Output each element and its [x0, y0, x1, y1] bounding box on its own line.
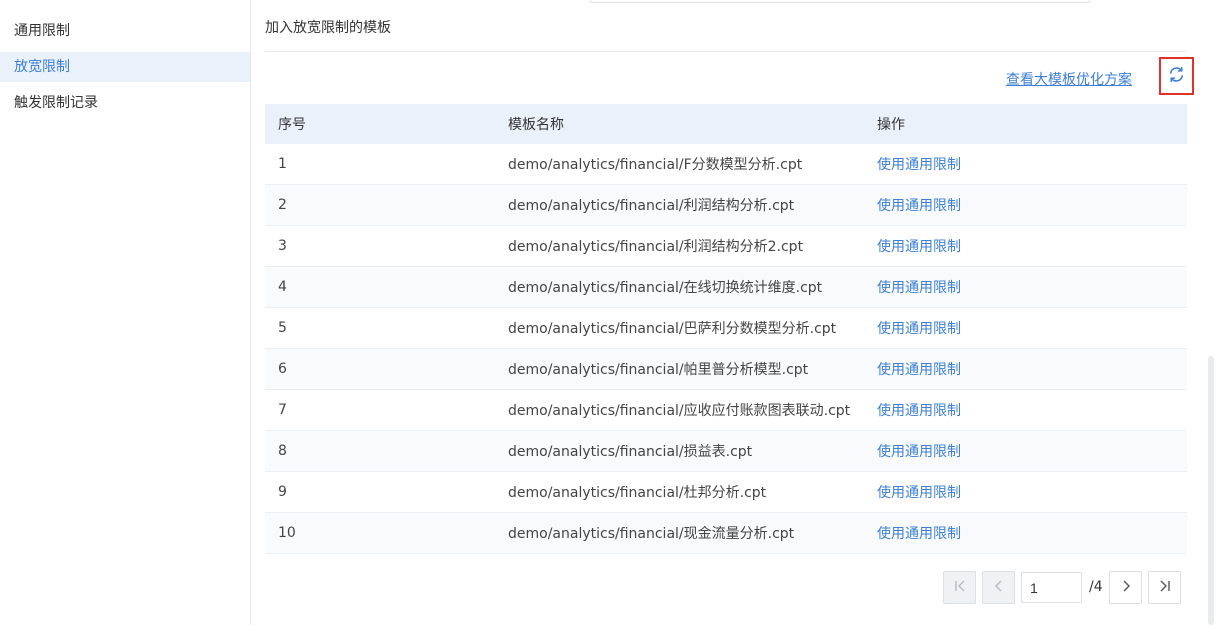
- chevron-right-icon: [1118, 578, 1134, 598]
- table-row: 2 demo/analytics/financial/利润结构分析.cpt 使用通用…: [265, 185, 1187, 226]
- section-title: 加入放宽限制的模板: [265, 20, 391, 36]
- table-row: 10 demo/analytics/financial/现金流量分析.cpt 使用通…: [265, 513, 1187, 554]
- use-general-limit-link[interactable]: 使用通用限制: [864, 318, 1187, 338]
- template-table: 序号 模板名称 操作 1 demo/analytics/financial/F分数…: [265, 104, 1187, 554]
- table-row: 4 demo/analytics/financial/在线切换统计维度.cpt 使用…: [265, 267, 1187, 308]
- row-index: 8: [278, 443, 287, 459]
- page-total-label: /4: [1089, 579, 1103, 595]
- table-body: 1 demo/analytics/financial/F分数模型分析.cpt 使用通…: [265, 144, 1187, 554]
- first-page-button[interactable]: [943, 571, 976, 604]
- sidebar: 通用限制 放宽限制 触发限制记录: [0, 0, 251, 625]
- use-general-limit-link[interactable]: 使用通用限制: [864, 195, 1187, 215]
- row-index: 4: [278, 279, 287, 295]
- last-page-icon: [1157, 578, 1173, 598]
- table-row: 6 demo/analytics/financial/帕里普分析模型.cpt 使用通…: [265, 349, 1187, 390]
- table-row: 7 demo/analytics/financial/应收应付账款图表联动.cpt…: [265, 390, 1187, 431]
- refresh-icon: [1168, 66, 1185, 87]
- chevron-left-icon: [991, 578, 1007, 598]
- row-index: 7: [278, 402, 287, 418]
- header-action: 操作: [877, 117, 905, 133]
- first-page-icon: [952, 578, 968, 598]
- pagination: /4: [252, 571, 1198, 605]
- row-template-name: demo/analytics/financial/帕里普分析模型.cpt: [508, 362, 809, 378]
- sidebar-item-general-limit[interactable]: 通用限制: [0, 16, 250, 46]
- table-row: 5 demo/analytics/financial/巴萨利分数模型分析.cpt 使…: [265, 308, 1187, 349]
- table-row: 9 demo/analytics/financial/杜邦分析.cpt 使用通用限制: [265, 472, 1187, 513]
- top-input-field[interactable]: [590, 0, 1090, 3]
- optimize-solution-link[interactable]: 查看大模板优化方案: [1006, 69, 1132, 89]
- sidebar-item-relaxed-limit[interactable]: 放宽限制: [0, 52, 250, 82]
- row-index: 5: [278, 320, 287, 336]
- row-index: 2: [278, 197, 287, 213]
- divider: [265, 51, 1187, 52]
- use-general-limit-link[interactable]: 使用通用限制: [864, 236, 1187, 256]
- page-number-input[interactable]: [1021, 572, 1082, 603]
- row-index: 1: [278, 156, 287, 172]
- last-page-button[interactable]: [1148, 571, 1181, 604]
- use-general-limit-link[interactable]: 使用通用限制: [864, 441, 1187, 461]
- row-template-name: demo/analytics/financial/在线切换统计维度.cpt: [508, 280, 823, 296]
- use-general-limit-link[interactable]: 使用通用限制: [864, 154, 1187, 174]
- header-template-name: 模板名称: [508, 117, 564, 133]
- use-general-limit-link[interactable]: 使用通用限制: [864, 523, 1187, 543]
- use-general-limit-link[interactable]: 使用通用限制: [864, 482, 1187, 502]
- use-general-limit-link[interactable]: 使用通用限制: [864, 277, 1187, 297]
- row-index: 6: [278, 361, 287, 377]
- row-template-name: demo/analytics/financial/利润结构分析2.cpt: [508, 239, 804, 255]
- use-general-limit-link[interactable]: 使用通用限制: [864, 400, 1187, 420]
- row-template-name: demo/analytics/financial/应收应付账款图表联动.cpt: [508, 403, 851, 419]
- table-row: 3 demo/analytics/financial/利润结构分析2.cpt 使用通…: [265, 226, 1187, 267]
- row-template-name: demo/analytics/financial/损益表.cpt: [508, 444, 753, 460]
- main-panel: 加入放宽限制的模板 查看大模板优化方案 序号 模板名称 操作 1 demo/ana…: [252, 0, 1198, 625]
- use-general-limit-link[interactable]: 使用通用限制: [864, 359, 1187, 379]
- row-index: 3: [278, 238, 287, 254]
- row-template-name: demo/analytics/financial/杜邦分析.cpt: [508, 485, 767, 501]
- table-row: 1 demo/analytics/financial/F分数模型分析.cpt 使用通…: [265, 144, 1187, 185]
- table-row: 8 demo/analytics/financial/损益表.cpt 使用通用限制: [265, 431, 1187, 472]
- next-page-button[interactable]: [1109, 571, 1142, 604]
- prev-page-button[interactable]: [982, 571, 1015, 604]
- refresh-button[interactable]: [1159, 57, 1194, 95]
- table-header: 序号 模板名称 操作: [265, 104, 1187, 144]
- sidebar-item-trigger-records[interactable]: 触发限制记录: [0, 88, 250, 118]
- row-template-name: demo/analytics/financial/巴萨利分数模型分析.cpt: [508, 321, 837, 337]
- header-index: 序号: [278, 117, 306, 133]
- row-index: 10: [278, 525, 296, 541]
- row-index: 9: [278, 484, 287, 500]
- row-template-name: demo/analytics/financial/利润结构分析.cpt: [508, 198, 795, 214]
- scrollbar-thumb[interactable]: [1208, 356, 1214, 625]
- row-template-name: demo/analytics/financial/现金流量分析.cpt: [508, 526, 795, 542]
- row-template-name: demo/analytics/financial/F分数模型分析.cpt: [508, 157, 803, 173]
